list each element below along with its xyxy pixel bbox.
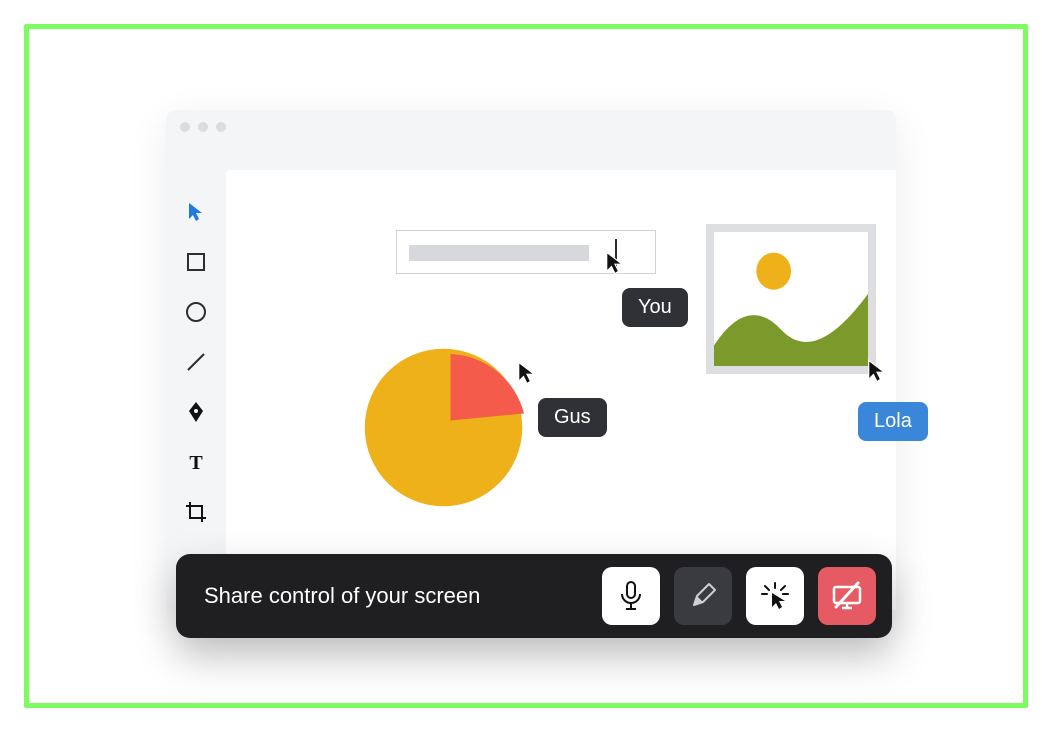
line-icon (185, 351, 207, 373)
pen-tool[interactable] (182, 398, 210, 426)
stop-share-icon (830, 581, 864, 611)
cursor-gus (516, 360, 538, 386)
cursor-you (604, 250, 626, 276)
microphone-button[interactable] (602, 567, 660, 625)
window-dot-minimize[interactable] (198, 122, 208, 132)
image-placeholder-icon (714, 232, 868, 366)
laser-pointer-icon (760, 581, 790, 611)
image-placeholder[interactable] (706, 224, 876, 374)
pointer-tool[interactable] (182, 198, 210, 226)
circle-icon (185, 301, 207, 323)
microphone-icon (617, 580, 645, 612)
pen-icon (186, 401, 206, 423)
tool-sidebar: T (166, 170, 226, 610)
square-tool[interactable] (182, 248, 210, 276)
cursor-lola (866, 358, 888, 384)
circle-tool[interactable] (182, 298, 210, 326)
pointer-icon (187, 201, 205, 223)
pie-chart[interactable] (356, 340, 531, 515)
svg-text:T: T (189, 452, 203, 472)
line-tool[interactable] (182, 348, 210, 376)
pencil-button[interactable] (674, 567, 732, 625)
laser-pointer-button[interactable] (746, 567, 804, 625)
app-window: T You (166, 110, 896, 610)
share-toolbar-label: Share control of your screen (204, 583, 588, 609)
square-icon (186, 252, 206, 272)
pencil-icon (689, 582, 717, 610)
cursor-label-lola: Lola (858, 402, 928, 441)
app-body: T You (166, 170, 896, 610)
crop-tool[interactable] (182, 498, 210, 526)
canvas[interactable]: You Gus Lola (226, 170, 896, 610)
crop-icon (185, 501, 207, 523)
text-icon: T (186, 452, 206, 472)
stop-share-button[interactable] (818, 567, 876, 625)
cursor-label-you: You (622, 288, 688, 327)
window-titlebar (166, 110, 896, 144)
share-toolbar: Share control of your screen (176, 554, 892, 638)
text-selection (409, 245, 589, 261)
window-dot-zoom[interactable] (216, 122, 226, 132)
cursor-label-gus: Gus (538, 398, 607, 437)
text-tool[interactable]: T (182, 448, 210, 476)
window-dot-close[interactable] (180, 122, 190, 132)
